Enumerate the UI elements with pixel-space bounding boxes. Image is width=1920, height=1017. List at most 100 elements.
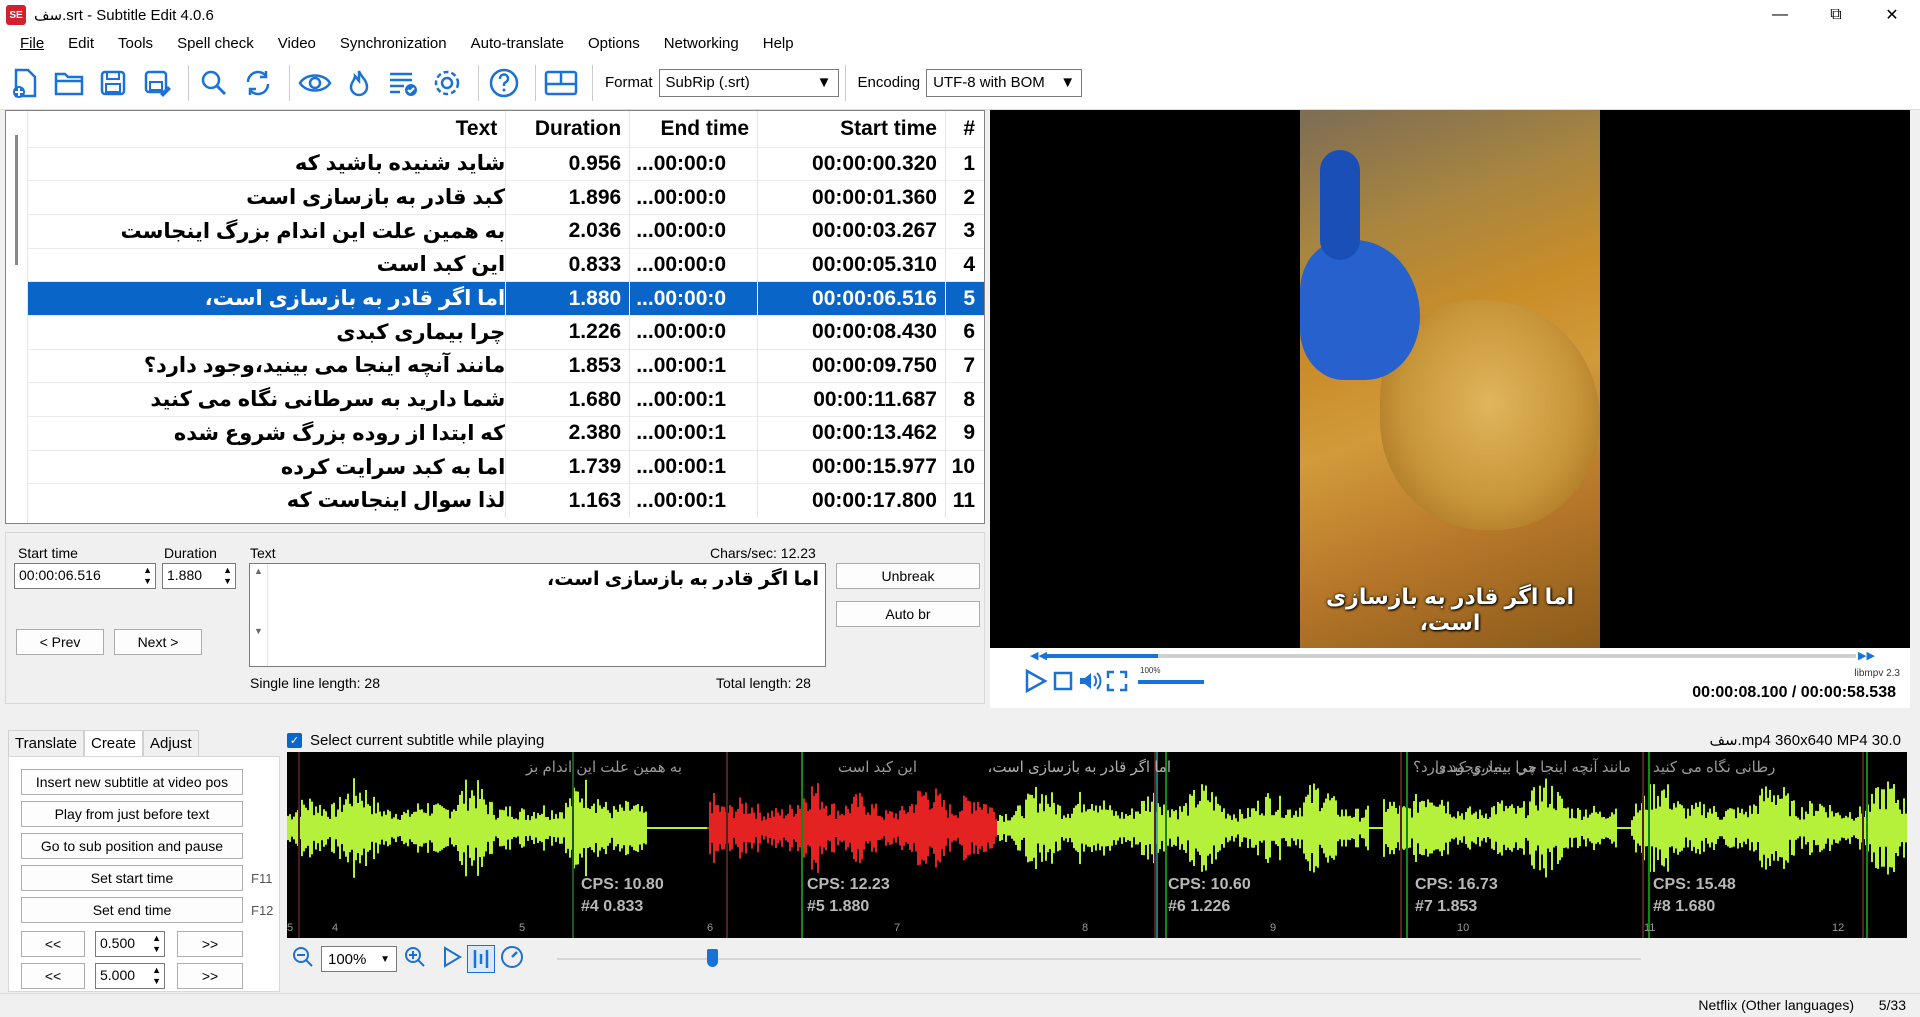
go-to-sub-pause-button[interactable]: Go to sub position and pause — [21, 833, 243, 859]
waveform-position-slider[interactable] — [557, 947, 1641, 971]
insert-subtitle-button[interactable]: Insert new subtitle at video pos — [21, 769, 243, 795]
table-row[interactable]: مانند آنچه اینجا می بینید،وجود دارد؟ 1.85… — [28, 348, 984, 383]
volume-icon[interactable] — [1078, 670, 1102, 696]
layout-icon[interactable] — [542, 63, 580, 103]
table-row[interactable]: که ابتدا از روده بزرگ شروع شده 2.380 00:00… — [28, 416, 984, 451]
menu-video[interactable]: Video — [266, 35, 328, 52]
table-row[interactable]: به همین علت این اندام بزرگ اینجاست 2.036 0… — [28, 213, 984, 249]
menu-file[interactable]: File — [8, 35, 56, 52]
audio-waveform[interactable]: به همین علت این اندام بز این کبد است اما… — [287, 752, 1907, 938]
menu-synchronization[interactable]: Synchronization — [328, 35, 459, 52]
step-forward-button[interactable]: >> — [177, 931, 243, 957]
set-end-time-button[interactable]: Set end time — [21, 897, 243, 923]
stop-icon[interactable] — [1052, 670, 1074, 696]
encoding-select[interactable]: UTF-8 with BOM ▼ — [926, 68, 1083, 97]
table-row[interactable]: شما دارید به سرطانی نگاه می کنید 1.680 00:… — [28, 382, 984, 417]
waveform-sample — [371, 814, 373, 842]
find-icon[interactable] — [195, 63, 233, 103]
jump-back-button[interactable]: << — [21, 963, 85, 989]
menu-spell-check[interactable]: Spell check — [165, 35, 266, 52]
new-file-icon[interactable] — [6, 63, 44, 103]
scrollbar-thumb[interactable] — [15, 135, 18, 265]
start-time-input[interactable]: 00:00:06.516 ▲ ▼ — [14, 563, 156, 589]
slider-thumb[interactable] — [707, 949, 718, 967]
waveform-sample — [1455, 818, 1457, 838]
column-header-duration[interactable]: Duration — [505, 111, 631, 147]
help-icon[interactable] — [485, 63, 523, 103]
save-as-icon[interactable] — [138, 63, 176, 103]
wave-cps-4: CPS: 10.80 #4 0.833 — [581, 874, 664, 918]
menu-networking[interactable]: Networking — [652, 35, 751, 52]
center-waveform-icon[interactable] — [467, 945, 495, 973]
column-header-start-time[interactable]: Start time — [757, 111, 946, 147]
replace-icon[interactable] — [239, 63, 277, 103]
zoom-select[interactable]: 100% ▼ — [321, 946, 397, 972]
column-header-text[interactable]: Text — [28, 111, 507, 147]
table-row[interactable]: اما به کبد سرایت کرده 1.739 00:00:1... 00:0… — [28, 449, 984, 484]
play-selection-icon[interactable] — [441, 945, 463, 973]
visual-sync-icon[interactable] — [296, 63, 334, 103]
settings-gear-icon[interactable] — [428, 63, 466, 103]
zoom-in-icon[interactable] — [403, 945, 427, 973]
volume-slider[interactable] — [1138, 680, 1204, 684]
spinner-arrows-icon[interactable]: ▲ ▼ — [152, 933, 161, 955]
column-header-number[interactable]: # — [945, 111, 984, 147]
prev-button[interactable]: < Prev — [16, 629, 104, 655]
textarea-scrollbar[interactable]: ▲ ▼ — [250, 564, 268, 666]
set-start-time-button[interactable]: Set start time — [21, 865, 243, 891]
table-row-selected[interactable]: اما اگر قادر به بازسازی است، 1.880 00:00:0… — [28, 281, 984, 316]
tab-translate[interactable]: Translate — [8, 730, 84, 756]
subtitle-grid[interactable]: Text Duration End time Start time # شاید… — [5, 110, 985, 524]
waveform-sample — [1243, 818, 1245, 838]
step-small-input[interactable]: 0.500 ▲ ▼ — [95, 931, 165, 957]
save-icon[interactable] — [94, 63, 132, 103]
restore-button[interactable]: ⧉ — [1808, 0, 1864, 30]
waveform-sample — [1461, 813, 1463, 843]
menu-tools[interactable]: Tools — [106, 35, 165, 52]
zoom-out-icon[interactable] — [291, 945, 315, 973]
menu-options[interactable]: Options — [576, 35, 652, 52]
auto-br-button[interactable]: Auto br — [836, 601, 980, 627]
waveform-sample — [1211, 792, 1213, 864]
table-row[interactable]: کبد قادر به بازسازی است 1.896 00:00:0... 00… — [28, 180, 984, 215]
waveform-sample — [535, 818, 537, 838]
spinner-arrows-icon[interactable]: ▲ ▼ — [143, 565, 152, 587]
table-row[interactable]: چرا بیماری کبدی 1.226 00:00:0... 00:00:08.4… — [28, 314, 984, 350]
subtitle-text-area[interactable]: ▲ ▼ اما اگر قادر به بازسازی است، — [249, 563, 826, 667]
fullscreen-icon[interactable] — [1106, 670, 1128, 696]
burn-in-icon[interactable] — [340, 63, 378, 103]
duration-input[interactable]: 1.880 ▲ ▼ — [162, 563, 236, 589]
tab-create[interactable]: Create — [83, 730, 144, 756]
cell-duration: 1.226 — [505, 314, 631, 350]
play-icon[interactable] — [1022, 668, 1048, 698]
table-row[interactable]: شاید شنیده باشید که 0.956 00:00:0... 00:00:… — [28, 146, 984, 181]
select-while-playing-checkbox[interactable]: ✓ — [287, 732, 302, 748]
seek-start-icon[interactable]: ◀◀ — [1030, 649, 1047, 662]
play-before-text-button[interactable]: Play from just before text — [21, 801, 243, 827]
spinner-arrows-icon[interactable]: ▲ ▼ — [223, 565, 232, 587]
unbreak-button[interactable]: Unbreak — [836, 563, 980, 589]
menu-auto-translate[interactable]: Auto-translate — [459, 35, 576, 52]
open-folder-icon[interactable] — [50, 63, 88, 103]
speed-gauge-icon[interactable] — [499, 944, 525, 974]
step-back-button[interactable]: << — [21, 931, 85, 957]
next-button[interactable]: Next > — [114, 629, 202, 655]
step-large-input[interactable]: 5.000 ▲ ▼ — [95, 963, 165, 989]
video-player[interactable]: اما اگر قادر به بازسازی است، — [990, 110, 1910, 648]
table-row[interactable]: این کبد است 0.833 00:00:0... 00:00:05.310 4 — [28, 247, 984, 282]
waveform-sample — [1579, 809, 1581, 847]
column-header-end-time[interactable]: End time — [629, 111, 759, 147]
menu-edit[interactable]: Edit — [56, 35, 106, 52]
grid-scrollbar[interactable] — [6, 111, 28, 523]
close-button[interactable]: ✕ — [1864, 0, 1920, 30]
spinner-arrows-icon[interactable]: ▲ ▼ — [152, 965, 161, 987]
minimize-button[interactable]: — — [1752, 0, 1808, 30]
format-select[interactable]: SubRip (.srt) ▼ — [658, 68, 839, 97]
spell-check-list-icon[interactable] — [384, 63, 422, 103]
table-row[interactable]: لذا سوال اینجاست که 1.163 00:00:1... 00:00:… — [28, 483, 984, 518]
video-seek-bar[interactable] — [1046, 654, 1856, 658]
jump-forward-button[interactable]: >> — [177, 963, 243, 989]
tab-adjust[interactable]: Adjust — [143, 730, 199, 756]
seek-end-icon[interactable]: ▶▶ — [1858, 649, 1875, 662]
menu-help[interactable]: Help — [751, 35, 806, 52]
